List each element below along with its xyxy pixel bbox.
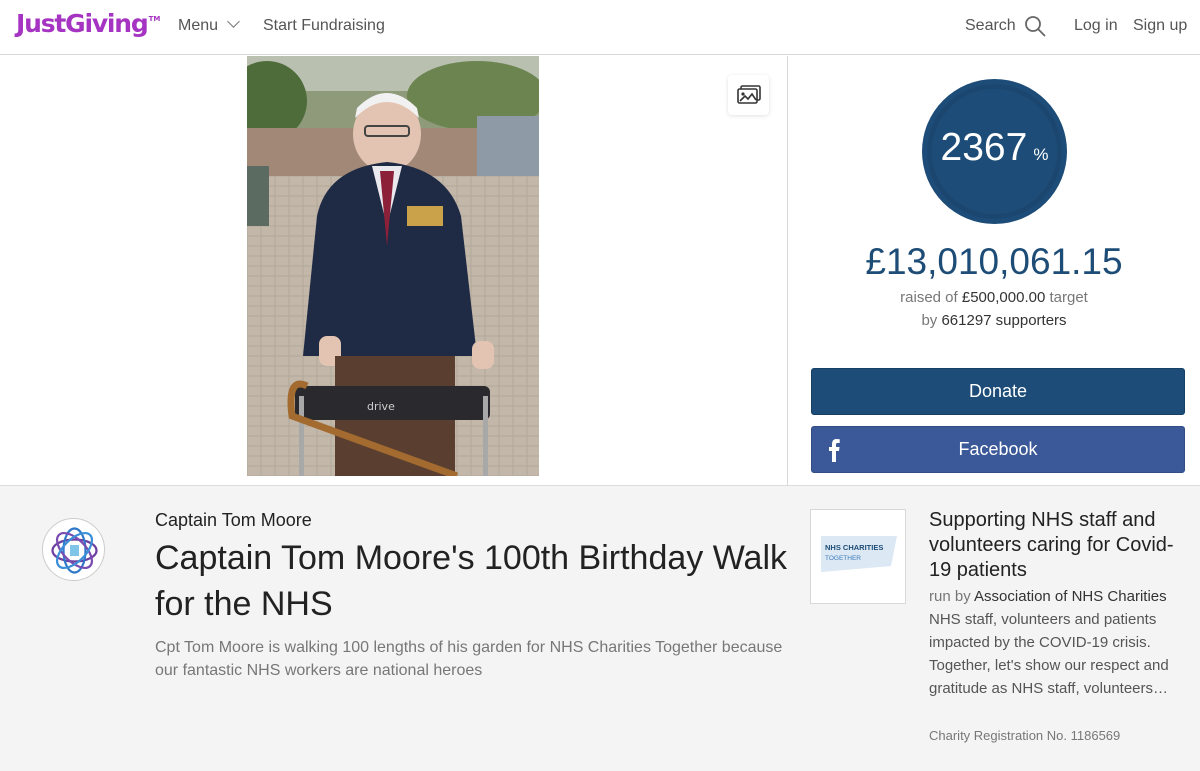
search-link[interactable]: Search <box>965 17 1016 35</box>
search-icon[interactable] <box>1024 15 1046 37</box>
charity-name[interactable]: Association of NHS Charities <box>974 588 1167 605</box>
justgiving-logo[interactable]: JustGivingTM <box>16 9 160 38</box>
photo-illustration: drive <box>247 56 539 476</box>
svg-text:NHS CHARITIES: NHS CHARITIES <box>825 543 883 552</box>
menu-label: Menu <box>178 17 219 34</box>
percent-raised: 2367% <box>922 126 1067 170</box>
charity-description: NHS staff, volunteers and patients impac… <box>929 611 1169 697</box>
donate-label: Donate <box>968 381 1028 401</box>
start-fundraising-link[interactable]: Start Fundraising <box>263 17 385 35</box>
page-owner-name[interactable]: Captain Tom Moore <box>155 510 312 531</box>
page-title: Captain Tom Moore's 100th Birthday Walk … <box>155 539 788 623</box>
supporter-count: 661297 supporters <box>941 312 1067 329</box>
fundraiser-photo[interactable]: drive <box>247 56 539 476</box>
donate-button[interactable]: Donate <box>811 368 1185 415</box>
gallery-icon <box>736 85 761 104</box>
site-header: JustGivingTM Menu Start Fundraising Sear… <box>0 0 1200 55</box>
supporters-line: by 661297 supporters <box>921 312 1067 329</box>
login-link[interactable]: Log in <box>1074 17 1118 35</box>
charity-logo[interactable]: NHS CHARITIES TOGETHER <box>810 509 906 604</box>
amount-raised: £13,010,061.15 <box>865 241 1123 282</box>
charity-run-by: run by Association of NHS Charities <box>929 588 1167 605</box>
owner-avatar <box>42 518 105 581</box>
charity-cause-title: Supporting NHS staff and volunteers cari… <box>929 509 1174 581</box>
facebook-label: Facebook <box>958 439 1038 459</box>
target-amount: £500,000.00 <box>961 289 1046 306</box>
percent-sign: % <box>1033 145 1049 164</box>
facebook-share-button[interactable]: Facebook <box>811 426 1185 473</box>
target-line: raised of £500,000.00 target <box>900 289 1088 306</box>
signup-link[interactable]: Sign up <box>1133 17 1187 35</box>
chevron-down-icon <box>227 15 240 28</box>
nhs-charities-emblem-icon <box>51 527 98 574</box>
svg-text:drive: drive <box>367 400 395 413</box>
view-gallery-button[interactable] <box>728 75 769 115</box>
svg-text:TOGETHER: TOGETHER <box>825 555 861 562</box>
facebook-icon <box>829 439 840 462</box>
page-summary: Cpt Tom Moore is walking 100 lengths of … <box>155 639 783 679</box>
charity-registration: Charity Registration No. 1186569 <box>929 728 1121 743</box>
percent-value: 2367 <box>940 126 1028 169</box>
menu-button[interactable]: Menu <box>178 15 240 35</box>
